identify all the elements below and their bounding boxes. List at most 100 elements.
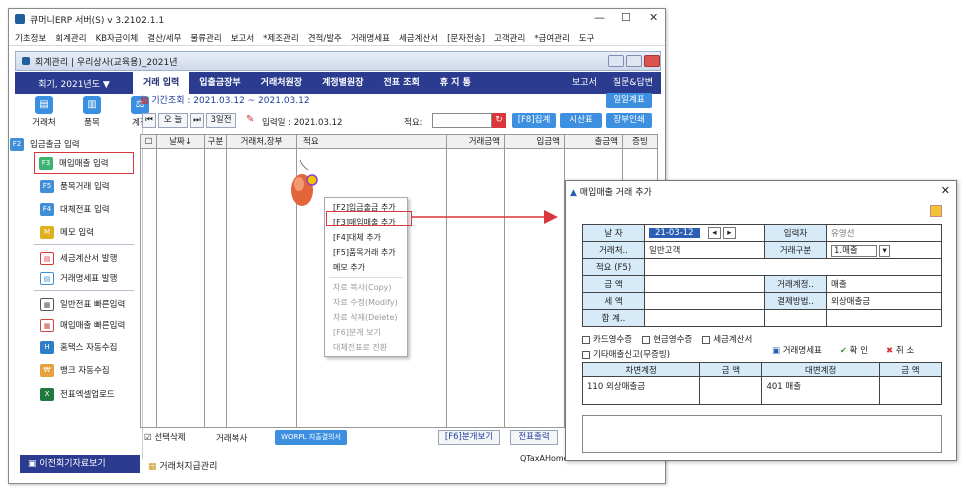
chevron-down-icon[interactable]: ▾ [879, 245, 890, 257]
context-menu-item[interactable]: 메모 추가 [325, 260, 407, 275]
menu-item[interactable]: 세금계산서 [399, 32, 438, 44]
grid-header-evidence[interactable]: 증빙 [623, 135, 658, 149]
client-value[interactable]: 일반고객 [644, 241, 765, 259]
menu-cash-input[interactable]: F2 입금출금 입력 [10, 135, 134, 153]
tab-voucher-search[interactable]: 전표 조회 [373, 72, 429, 94]
grid-header-date[interactable]: 날짜↓ [157, 135, 205, 149]
grid-header-deposit[interactable]: 입금액 [505, 135, 565, 149]
grid-header-withdraw[interactable]: 출금액 [565, 135, 623, 149]
trade-type-select[interactable]: 1.매출 ▾ [826, 241, 942, 259]
other-sales-checkbox[interactable]: 기타매출신고(무증빙) [582, 348, 670, 360]
tax-invoice-checkbox[interactable]: 세금계산서 [702, 333, 752, 345]
account-label[interactable]: 거래계정.. [764, 275, 827, 293]
client-field-label[interactable]: 거래처.. [582, 241, 645, 259]
close-icon[interactable]: ✕ [649, 11, 658, 24]
memo-area[interactable] [582, 415, 942, 453]
minimize-icon[interactable]: — [594, 11, 605, 24]
menu-item[interactable]: 결산/세무 [147, 32, 181, 44]
context-menu-item: 대체전표로 전환 [333, 343, 388, 352]
context-menu-item[interactable]: [F4]대체 추가 [325, 230, 407, 245]
cash-receipt-checkbox[interactable]: 현금영수증 [642, 333, 692, 345]
summary-label[interactable]: 적요 (F5) [582, 258, 645, 276]
first-page-button[interactable]: ⏮ [142, 113, 156, 128]
trial-balance-button[interactable]: 시산표 [560, 113, 602, 128]
sub-minimize-icon[interactable] [608, 55, 624, 67]
trade-type-value[interactable]: 1.매출 [831, 245, 877, 257]
aggregate-button[interactable]: [F8]집계 [512, 113, 556, 128]
menu-item[interactable]: 물류관리 [190, 32, 221, 44]
tab-account-ledger[interactable]: 계정별원장 [312, 72, 373, 94]
next-page-button[interactable]: ⏭ [190, 113, 204, 128]
table-icon: ▦ [40, 297, 54, 311]
menu-item[interactable]: 고객관리 [494, 32, 525, 44]
menu-item[interactable]: *급여관리 [534, 32, 570, 44]
dialog-actions: ▣ 거래명세표 ✔ 확 인 ✖ 취 소 [772, 344, 914, 356]
menu-item[interactable]: KB자금이체 [96, 32, 139, 44]
maximize-icon[interactable]: ☐ [621, 11, 631, 24]
date-field[interactable]: 21-03-12 ◂ ▸ [644, 224, 765, 242]
tab-cashbook[interactable]: 입출금장부 [189, 72, 250, 94]
payment-label[interactable]: 결제방법.. [764, 292, 827, 310]
card-receipt-checkbox[interactable]: 카드영수증 [582, 333, 632, 345]
sub-restore-icon[interactable] [626, 55, 642, 67]
confirm-button[interactable]: ✔ 확 인 [840, 344, 868, 356]
menu-item[interactable]: 보고서 [231, 32, 254, 44]
worpl-button[interactable]: WORPL 지출결의서 [275, 430, 347, 445]
amount-input[interactable] [644, 275, 765, 293]
qna-link[interactable]: 질문&답변 [613, 72, 653, 94]
tab-client-ledger[interactable]: 거래처원장 [251, 72, 312, 94]
menu-item[interactable]: 견적/발주 [308, 32, 342, 44]
menu-item[interactable]: 기초정보 [15, 32, 46, 44]
cancel-button[interactable]: ✖ 취 소 [886, 344, 914, 356]
credit-amount-cell[interactable] [878, 376, 943, 405]
grid-header-summary[interactable]: 적요 [297, 135, 447, 149]
edit-icon[interactable]: ✎ [246, 114, 254, 125]
ledger-print-button[interactable]: 장부인쇄 [606, 113, 652, 128]
fiscal-year-select[interactable]: 회기, 2021년도 ▼ [15, 77, 133, 90]
client-button[interactable]: ▤ 거래처 [30, 96, 58, 128]
reports-link[interactable]: 보고서 [572, 72, 597, 94]
menu-item[interactable]: 회계관리 [55, 32, 86, 44]
payment-value[interactable]: 외상매출금 [826, 292, 942, 310]
voucher-print-button[interactable]: 전표출력 [510, 430, 558, 445]
menu-item[interactable]: 도구 [579, 32, 595, 44]
refresh-icon[interactable]: ↻ [492, 113, 506, 128]
summary-input[interactable] [644, 258, 942, 276]
copy-trade-button[interactable]: 거래복사 [216, 432, 247, 444]
view-journal-button[interactable]: [F6]분개보기 [438, 430, 500, 445]
debit-account-cell[interactable]: 110 외상매출금 [581, 376, 701, 405]
date-value[interactable]: 21-03-12 [649, 228, 700, 238]
menu-item[interactable]: [문자전송] [447, 32, 485, 44]
today-button[interactable]: 오 늘 [158, 113, 188, 128]
summary-search-input[interactable] [432, 113, 492, 128]
account-value[interactable]: 매출 [826, 275, 942, 293]
warning-triangle-icon: ▲ [570, 188, 577, 198]
sub-close-icon[interactable] [644, 55, 660, 67]
menu-item[interactable]: *제조관리 [263, 32, 299, 44]
tab-trade-input[interactable]: 거래 입력 [133, 72, 190, 94]
credit-account-cell[interactable]: 401 매출 [761, 376, 880, 405]
debit-amount-cell[interactable] [699, 376, 763, 405]
context-menu-item[interactable]: [F5]품목거래 추가 [325, 245, 407, 260]
menu-purchase-sales-input[interactable]: F3 매입매출 입력 [34, 152, 134, 174]
grid-header-amount[interactable]: 거래금액 [447, 135, 505, 149]
tab-trash[interactable]: 휴 지 통 [430, 72, 481, 94]
client-payment-button[interactable]: ▦ 거래처지급관리 [148, 459, 217, 472]
qtax-home-link[interactable]: QTaxAHome [520, 454, 569, 463]
item-button[interactable]: ▥ 품목 [78, 96, 106, 128]
dialog-close-icon[interactable]: ✕ [941, 184, 950, 197]
statement-button[interactable]: ▣ 거래명세표 [772, 344, 822, 356]
tax-input[interactable] [644, 292, 765, 310]
previous-period-button[interactable]: ▣ 이전회기자료보기 [20, 455, 140, 473]
calculator-icon[interactable] [930, 205, 942, 217]
date-next-icon[interactable]: ▸ [723, 227, 736, 239]
menu-item[interactable]: 거래명세표 [351, 32, 390, 44]
select-delete-checkbox[interactable]: ☑ 선택삭제 [144, 431, 186, 443]
calendar-icon[interactable]: ▦ [140, 96, 149, 106]
date-prev-icon[interactable]: ◂ [708, 227, 721, 239]
grid-header-client[interactable]: 거래처,장부 [227, 135, 297, 149]
grid-header-type[interactable]: 구분 [205, 135, 227, 149]
three-days-ago-button[interactable]: 3일전 [206, 113, 236, 128]
daily-report-button[interactable]: 일일계표 [606, 93, 652, 108]
grid-header-check[interactable]: ☐ [141, 135, 157, 149]
